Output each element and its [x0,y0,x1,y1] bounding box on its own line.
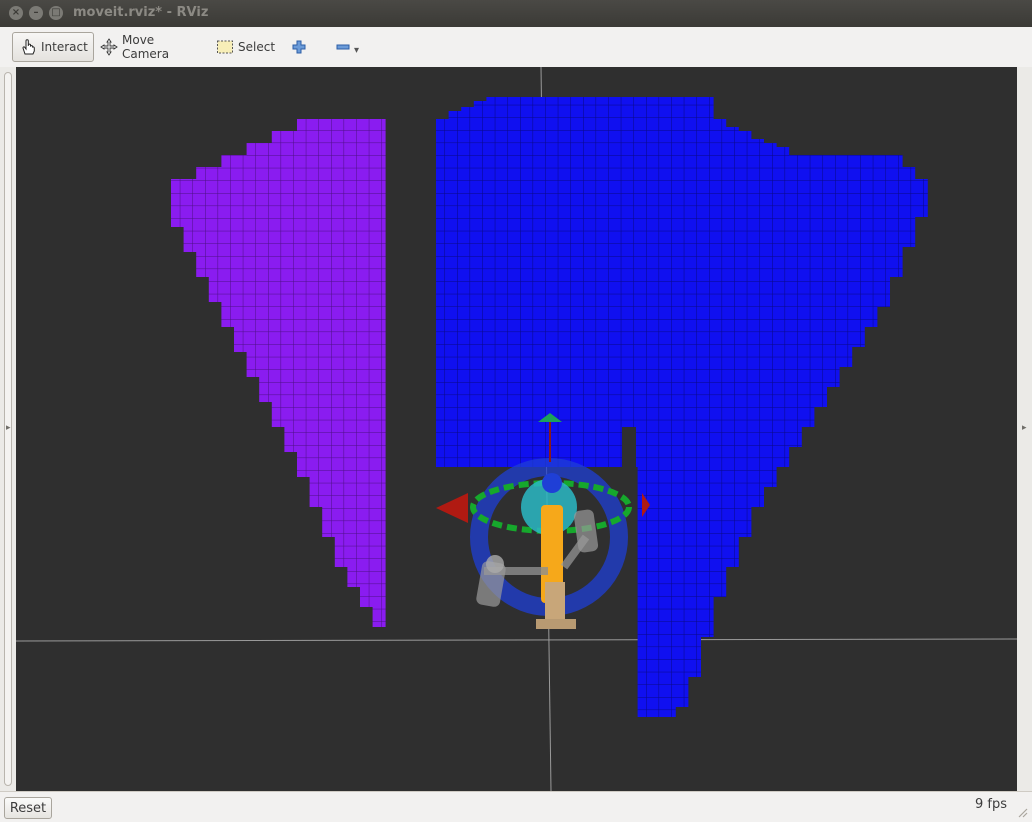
blue-voxel-column [889,155,903,277]
scene-3d-canvas[interactable] [16,67,1017,791]
blue-voxel-column [448,111,462,467]
robot-base [536,619,576,629]
purple-voxel-column [322,119,336,537]
move-camera-tool-button[interactable]: Move Camera [94,32,204,62]
blue-voxel-column [700,97,714,637]
reachability-voxels-purple [171,119,386,627]
blue-voxel-column [473,101,487,467]
tools-toolbar: Interact Move Camera Select ▾ [0,27,1032,68]
blue-voxel-column [549,97,563,467]
robot-base-link [545,582,565,622]
blue-voxel-column [461,107,475,467]
blue-voxel-column [436,119,449,467]
blue-voxel-column [675,97,689,707]
blue-voxel-column [625,97,638,467]
interact-tool-button[interactable]: Interact [12,32,94,62]
blue-voxel-column [536,97,550,467]
blue-voxel-column [688,97,701,677]
interact-tool-label: Interact [41,40,88,54]
purple-voxel-column [208,167,222,302]
fps-readout: 9 fps [975,797,1008,812]
blue-voxel-column [637,97,651,717]
window-maximize-button[interactable]: □ [49,6,63,20]
status-bar: Reset 9 fps [0,791,1032,822]
left-panel-collapse-strip[interactable]: ▸ [0,67,16,791]
blue-voxel-column [612,97,626,467]
blue-voxel-column [511,97,525,467]
right-panel-collapse-strip[interactable]: ▸ [1017,67,1032,791]
purple-voxel-column [334,119,348,567]
blue-voxel-column [839,155,853,367]
purple-voxel-column [271,131,285,427]
move-camera-icon [100,38,118,56]
marker-sphere-top [542,473,562,493]
purple-voxel-column [246,143,260,377]
blue-voxel-column [788,155,802,447]
resize-grip-icon[interactable] [1016,806,1028,818]
blue-voxel-column [650,97,664,717]
blue-voxel-column [599,97,613,467]
purple-voxel-column [221,155,235,327]
grid-line-horizontal [16,638,1017,642]
purple-voxel-column [183,179,197,252]
blue-voxel-column [662,97,676,717]
reachability-voxels-blue [436,97,928,717]
blue-voxel-column [826,155,840,387]
purple-voxel-column [284,131,298,452]
remove-tool-button[interactable]: ▾ [330,32,370,62]
add-tool-button[interactable] [286,32,312,62]
translate-arrow-left [436,493,468,523]
select-tool-label: Select [238,40,276,54]
blue-voxel-column [902,167,916,247]
purple-voxel-column [196,167,210,277]
blue-voxel-column [486,97,500,467]
blue-voxel-column [562,97,575,467]
blue-voxel-column [725,127,739,567]
purple-voxel-column [347,119,361,587]
close-icon: × [11,7,21,18]
blue-voxel-column [751,139,764,507]
ghost-joint-left [486,555,504,573]
window-close-button[interactable]: × [9,6,23,20]
purple-voxel-column [360,119,373,607]
select-rectangle-icon [216,39,234,55]
window-titlebar: × – □ moveit.rviz* - RViz [0,0,1032,27]
blue-voxel-column [763,143,777,487]
expand-right-panel-icon[interactable]: ▸ [1022,423,1027,433]
expand-left-panel-icon[interactable]: ▸ [6,423,11,433]
blue-voxel-column [574,97,588,467]
purple-voxel-column [259,143,273,402]
maximize-icon: □ [51,7,61,18]
hand-pointer-icon [19,38,37,56]
chevron-down-icon: ▾ [354,44,360,56]
minus-icon [336,40,350,54]
select-tool-button[interactable]: Select [210,32,280,62]
blue-voxel-column [738,131,752,537]
blue-voxel-column [776,147,790,467]
purple-voxel-column [309,119,323,507]
plus-icon [292,40,306,54]
voxel-gap [622,427,636,467]
render-viewport[interactable] [16,67,1017,791]
window-title: moveit.rviz* - RViz [73,5,209,20]
move-camera-tool-label: Move Camera [122,33,170,61]
window-minimize-button[interactable]: – [29,6,43,20]
blue-voxel-column [713,119,727,597]
blue-voxel-column [499,97,512,467]
blue-voxel-column [864,155,878,327]
purple-voxel-column [297,119,310,477]
blue-voxel-column [587,97,601,467]
blue-voxel-column [801,155,815,427]
purple-voxel-column [234,155,247,352]
minimize-icon: – [33,7,39,18]
reset-button[interactable]: Reset [4,797,52,819]
blue-voxel-column [877,155,890,307]
blue-voxel-column [914,179,928,217]
blue-voxel-column [851,155,865,347]
blue-voxel-column [524,97,538,467]
purple-voxel-column [372,119,386,627]
blue-voxel-column [814,155,827,407]
purple-voxel-column [171,179,184,227]
